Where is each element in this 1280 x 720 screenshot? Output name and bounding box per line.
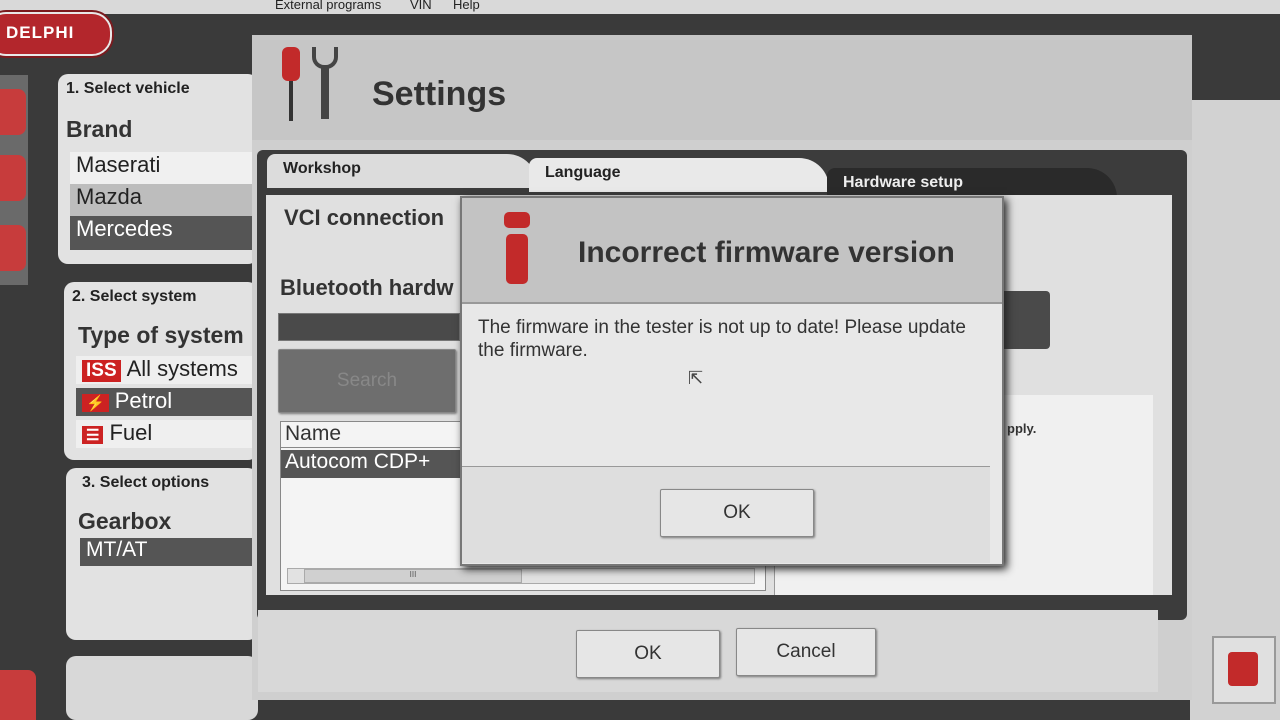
truck-icon[interactable]	[0, 155, 26, 201]
search-button[interactable]: Search	[278, 349, 456, 413]
bottom-panel	[66, 656, 258, 720]
scrollbar-thumb[interactable]: III	[304, 569, 522, 583]
fuel-icon: ☰	[82, 426, 104, 444]
connect-button[interactable]	[1000, 291, 1050, 349]
progress-bar	[278, 313, 460, 341]
system-label: Petrol	[114, 388, 173, 413]
select-system-panel: 2. Select system Type of system ISS All s…	[64, 282, 258, 460]
menu-vin[interactable]: VIN	[410, 0, 432, 12]
car-icon[interactable]	[0, 225, 26, 271]
dialog-ok-button[interactable]: OK	[660, 489, 814, 537]
tab-language[interactable]: Language	[529, 158, 829, 192]
brand-item[interactable]: Maserati	[70, 152, 258, 184]
system-label: Fuel	[109, 420, 153, 445]
settings-header: Settings	[252, 35, 1192, 140]
exit-icon	[1228, 652, 1258, 686]
vehicle-icon[interactable]	[0, 89, 26, 135]
system-type-label: Type of system	[78, 322, 244, 348]
delphi-logo: DELPHI	[0, 12, 112, 56]
select-options-panel: 3. Select options Gearbox MT/AT	[66, 468, 258, 640]
dialog-footer: OK	[462, 466, 990, 563]
dialog-message: The firmware in the tester is not up to …	[478, 317, 966, 361]
screwdriver-icon	[282, 47, 300, 121]
tab-label: Language	[545, 164, 621, 181]
system-item-selected[interactable]: ⚡ Petrol	[76, 388, 258, 416]
brand-label: Brand	[66, 116, 133, 142]
vci-connection-label: VCI connection	[284, 205, 445, 230]
info-text: pply.	[1007, 421, 1037, 436]
right-background-panel	[1190, 100, 1280, 720]
brand-item-selected[interactable]: Mercedes	[70, 216, 258, 250]
settings-title: Settings	[372, 75, 507, 113]
system-item[interactable]: ☰ Fuel	[76, 420, 258, 448]
wrench-icon	[312, 47, 338, 125]
tab-workshop[interactable]: Workshop	[267, 154, 537, 188]
settings-ok-button[interactable]: OK	[576, 630, 720, 678]
settings-footer: OK Cancel	[258, 610, 1158, 692]
info-icon	[504, 212, 530, 284]
system-item[interactable]: ISS All systems	[76, 356, 258, 384]
logo-text: DELPHI	[6, 23, 75, 42]
exit-button[interactable]	[1212, 636, 1276, 704]
mouse-cursor-icon: ⇱	[688, 368, 704, 388]
side-icon-strip	[0, 75, 28, 285]
brand-item[interactable]: Mazda	[70, 184, 258, 216]
menu-help[interactable]: Help	[453, 0, 480, 12]
bluetooth-label: Bluetooth hardw	[280, 275, 454, 300]
menu-bar: External programs VIN Help	[0, 0, 1280, 14]
gearbox-option[interactable]: MT/AT	[80, 538, 258, 566]
panel-heading: 2. Select system	[72, 288, 197, 305]
menu-external-programs[interactable]: External programs	[275, 0, 381, 12]
settings-cancel-button[interactable]: Cancel	[736, 628, 876, 676]
select-vehicle-panel: 1. Select vehicle Brand Maserati Mazda M…	[58, 74, 258, 264]
dialog-header: Incorrect firmware version	[462, 198, 1002, 304]
iss-tag: ISS	[82, 360, 121, 382]
system-label: All systems	[126, 356, 238, 381]
dialog-title: Incorrect firmware version	[578, 236, 955, 269]
panel-heading: 1. Select vehicle	[66, 80, 190, 97]
tab-label: Workshop	[283, 160, 361, 177]
panel-heading: 3. Select options	[82, 474, 210, 491]
back-icon[interactable]	[0, 670, 36, 720]
firmware-error-dialog: Incorrect firmware version The firmware …	[460, 196, 1004, 566]
petrol-icon: ⚡	[82, 394, 109, 412]
horizontal-scrollbar[interactable]: III	[287, 568, 755, 584]
tab-label: Hardware setup	[843, 174, 964, 191]
gearbox-label: Gearbox	[78, 508, 172, 534]
